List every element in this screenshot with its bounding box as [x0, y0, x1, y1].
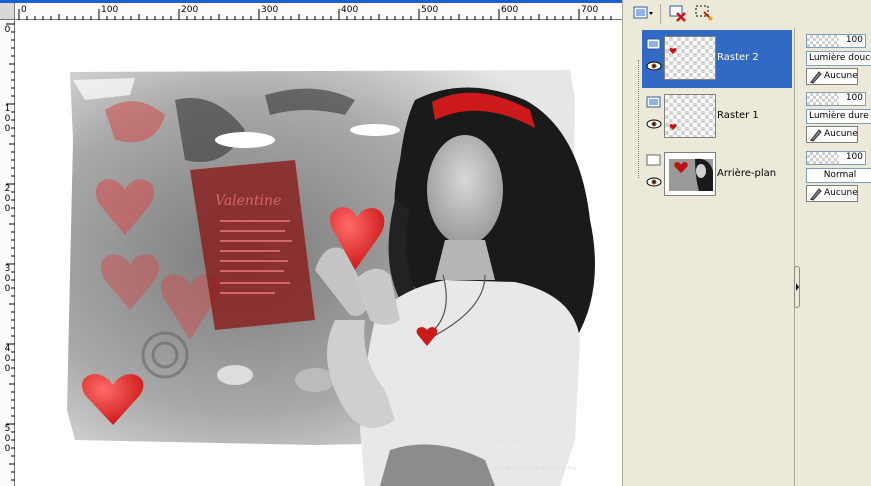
- brush-icon: [810, 129, 822, 142]
- blend-mode-select[interactable]: Lumière douce: [806, 51, 871, 66]
- ruler-label: 300: [261, 5, 279, 15]
- eye-icon[interactable]: [646, 118, 662, 133]
- watermark-url: www.maidire-grafica.eu: [493, 464, 576, 472]
- layer-row-background[interactable]: Arrière-plan: [642, 146, 792, 204]
- ruler-label: 700: [581, 5, 599, 15]
- artwork-image: Valentine: [67, 70, 595, 486]
- eye-icon[interactable]: [646, 176, 662, 191]
- layer-thumbnail: [664, 36, 716, 80]
- mask-button[interactable]: Aucune: [806, 68, 858, 85]
- layer-row-raster-2[interactable]: Raster 2: [642, 30, 792, 88]
- vertical-ruler: 0 100 200 300 400 500: [0, 20, 15, 486]
- ruler-label: 500: [4, 424, 11, 454]
- ruler-label: 100: [101, 5, 119, 15]
- mask-button[interactable]: Aucune: [806, 185, 858, 202]
- layer-properties: 100 Lumière douce Aucune 100 Lumière dur…: [800, 28, 871, 486]
- new-layer-icon: [632, 4, 654, 25]
- ruler-label: 300: [4, 264, 11, 294]
- watermark-text: Pinuccia: [493, 443, 532, 453]
- eye-icon[interactable]: [646, 60, 662, 75]
- raster-layer-icon: [646, 38, 662, 55]
- ruler-label: 400: [341, 5, 359, 15]
- ruler-label: 600: [501, 5, 519, 15]
- layer-row-raster-1[interactable]: Raster 1: [642, 88, 792, 146]
- ruler-label: 100: [4, 104, 11, 134]
- ruler-label: 400: [4, 344, 11, 374]
- layer-list: Raster 2 Raster 1 Arrière-plan: [628, 28, 794, 486]
- delete-layer-button[interactable]: [667, 3, 689, 25]
- opacity-value: 100: [845, 35, 863, 45]
- ruler-label: 0: [4, 25, 11, 35]
- canvas-window: 0 100 200 300 400 500 600 700 0 100 200 …: [0, 0, 622, 486]
- ruler-label: 200: [4, 184, 11, 214]
- mask-label: Aucune: [824, 129, 858, 139]
- ruler-label: 200: [181, 5, 199, 15]
- layer-thumbnail: [664, 94, 716, 138]
- mask-button[interactable]: Aucune: [806, 126, 858, 143]
- new-layer-button[interactable]: [632, 3, 654, 25]
- horizontal-ruler: 0 100 200 300 400 500 600 700: [15, 3, 622, 20]
- opacity-value: 100: [845, 152, 863, 162]
- selection-icon: [694, 4, 714, 25]
- tree-connector: [638, 60, 639, 178]
- image-canvas[interactable]: Valentine Pinuccia www.maidire-grafica.e…: [15, 20, 622, 486]
- ruler-label: 0: [21, 5, 27, 15]
- selection-layer-button[interactable]: [693, 3, 715, 25]
- ruler-corner: [0, 3, 15, 20]
- blend-mode-select[interactable]: Lumière dure: [806, 109, 871, 124]
- layers-palette: Raster 2 Raster 1 Arrière-plan 100 Lumiè…: [628, 0, 871, 486]
- toolbar-separator: [660, 4, 661, 24]
- layer-thumbnail: [664, 152, 716, 196]
- opacity-slider[interactable]: 100: [806, 34, 866, 48]
- raster-layer-icon: [646, 96, 662, 113]
- layer-name: Raster 2: [717, 52, 759, 63]
- brush-icon: [810, 188, 822, 201]
- layer-name: Raster 1: [717, 110, 759, 121]
- opacity-slider[interactable]: 100: [806, 92, 866, 106]
- svg-text:Valentine: Valentine: [215, 193, 281, 209]
- layer-name: Arrière-plan: [717, 168, 777, 179]
- opacity-slider[interactable]: 100: [806, 151, 866, 165]
- opacity-value: 100: [845, 93, 863, 103]
- mask-label: Aucune: [824, 71, 858, 81]
- ruler-label: 500: [421, 5, 439, 15]
- brush-icon: [810, 71, 822, 84]
- background-layer-icon: [646, 154, 662, 171]
- delete-layer-icon: [668, 4, 688, 25]
- blend-mode-select[interactable]: Normal: [806, 168, 871, 183]
- layers-toolbar: [628, 0, 871, 28]
- mask-label: Aucune: [824, 188, 858, 198]
